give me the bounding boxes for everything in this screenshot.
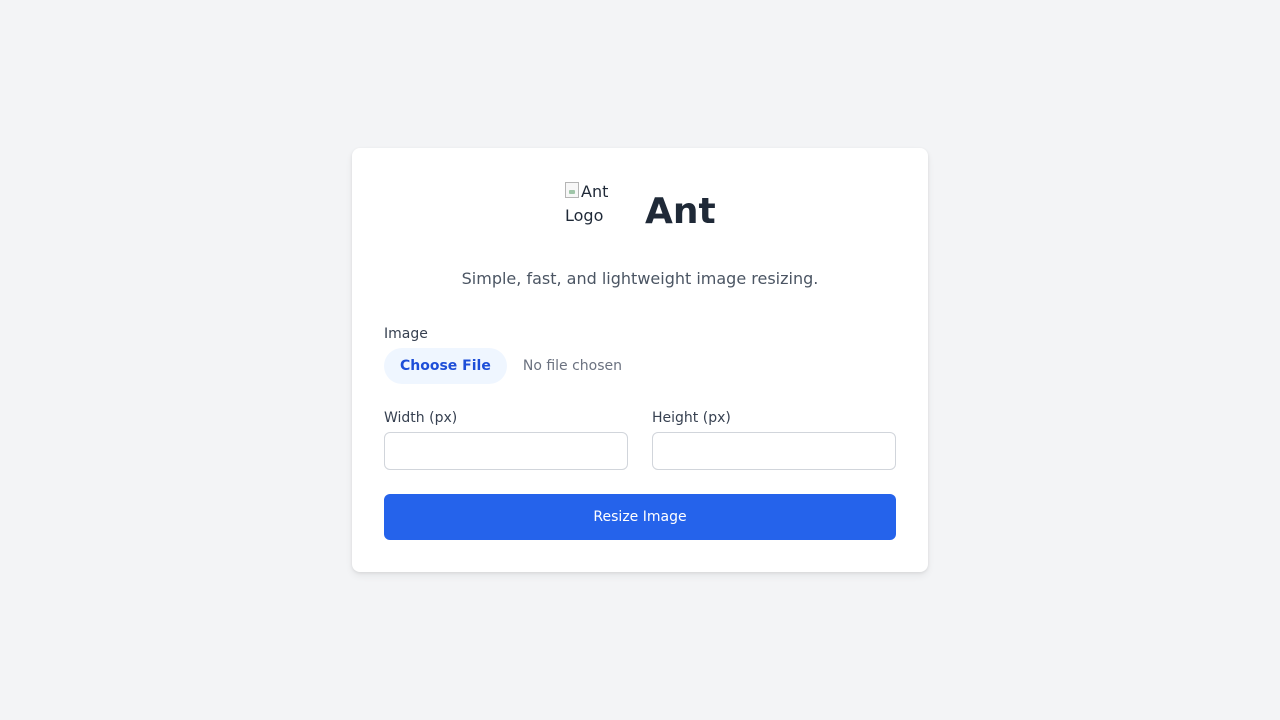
app-title: Ant bbox=[645, 191, 716, 232]
height-input[interactable] bbox=[652, 432, 896, 470]
file-status-text: No file chosen bbox=[522, 358, 623, 374]
height-field-group: Height (px) bbox=[652, 408, 896, 470]
image-label: Image bbox=[384, 326, 428, 342]
height-label: Height (px) bbox=[652, 410, 731, 426]
width-field-group: Width (px) bbox=[384, 408, 628, 470]
page: Ant Logo Ant Simple, fast, and lightweig… bbox=[0, 0, 1280, 720]
file-input[interactable]: Choose File No file chosen bbox=[384, 348, 622, 384]
resize-image-button[interactable]: Resize Image bbox=[384, 494, 896, 540]
width-label: Width (px) bbox=[384, 410, 458, 426]
logo-alt-text: Ant Logo bbox=[565, 182, 609, 225]
brand-header: Ant Logo Ant bbox=[565, 180, 716, 236]
choose-file-button[interactable]: Choose File bbox=[384, 348, 507, 384]
resize-card: Ant Logo Ant Simple, fast, and lightweig… bbox=[352, 148, 928, 572]
logo-image: Ant Logo bbox=[565, 180, 629, 236]
app-subtitle: Simple, fast, and lightweight image resi… bbox=[461, 269, 819, 288]
width-input[interactable] bbox=[384, 432, 628, 470]
